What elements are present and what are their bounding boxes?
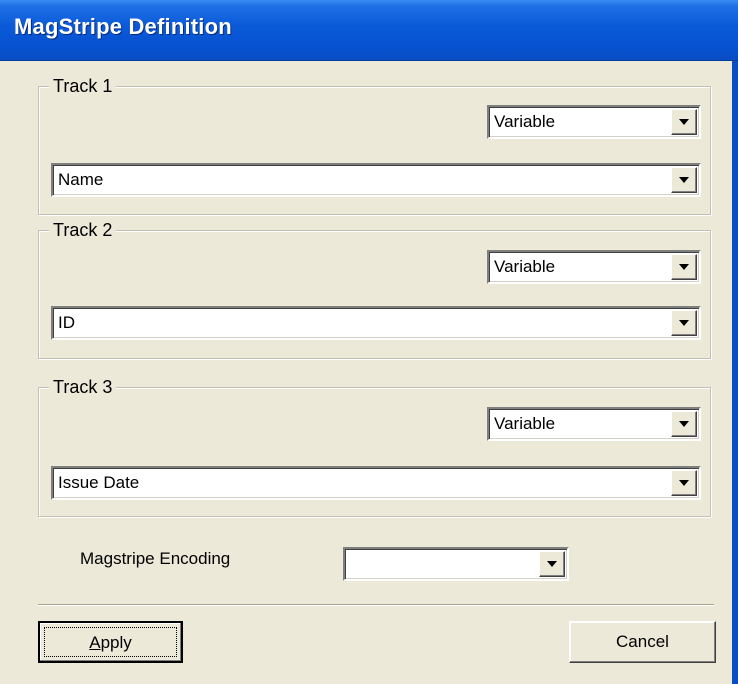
track-3-field-select[interactable]: Issue Date: [51, 466, 701, 500]
track-2-field-select[interactable]: ID: [51, 306, 701, 340]
chevron-down-icon: [679, 320, 689, 326]
track-2-label: Track 2: [49, 219, 117, 241]
title-bar[interactable]: MagStripe Definition: [0, 0, 738, 61]
dropdown-button[interactable]: [671, 254, 697, 280]
focus-rect: [44, 627, 177, 657]
track-3-group: Track 3 Variable Issue Date: [38, 376, 711, 517]
dropdown-button[interactable]: [671, 167, 697, 193]
chevron-down-icon: [679, 421, 689, 427]
track-1-mode-value: Variable: [494, 112, 556, 131]
track-3-field-value: Issue Date: [58, 473, 140, 492]
dropdown-button[interactable]: [671, 470, 697, 496]
dropdown-button[interactable]: [671, 109, 697, 135]
chevron-down-icon: [679, 480, 689, 486]
track-2-mode-select[interactable]: Variable: [487, 250, 701, 284]
track-2-mode-value: Variable: [494, 257, 556, 276]
chevron-down-icon: [679, 119, 689, 125]
track-3-mode-select[interactable]: Variable: [487, 407, 701, 441]
track-3-mode-value: Variable: [494, 414, 556, 433]
track-2-group: Track 2 Variable ID: [38, 219, 711, 359]
dropdown-button[interactable]: [671, 310, 697, 336]
track-1-mode-select[interactable]: Variable: [487, 105, 701, 139]
track-1-field-select[interactable]: Name: [51, 163, 701, 197]
window-title: MagStripe Definition: [14, 14, 232, 39]
track-3-label: Track 3: [49, 376, 117, 398]
apply-button[interactable]: Apply: [38, 621, 183, 663]
track-1-label: Track 1: [49, 75, 117, 97]
track-2-field-value: ID: [58, 313, 75, 332]
dropdown-button[interactable]: [539, 551, 565, 577]
magstripe-encoding-select[interactable]: [343, 547, 569, 581]
chevron-down-icon: [547, 561, 557, 567]
track-1-field-value: Name: [58, 170, 104, 189]
chevron-down-icon: [679, 264, 689, 270]
cancel-button[interactable]: Cancel: [569, 621, 716, 663]
dropdown-button[interactable]: [671, 411, 697, 437]
chevron-down-icon: [679, 177, 689, 183]
divider: [38, 604, 714, 606]
magstripe-encoding-label: Magstripe Encoding: [80, 549, 231, 568]
track-1-group: Track 1 Variable Name: [38, 75, 711, 215]
